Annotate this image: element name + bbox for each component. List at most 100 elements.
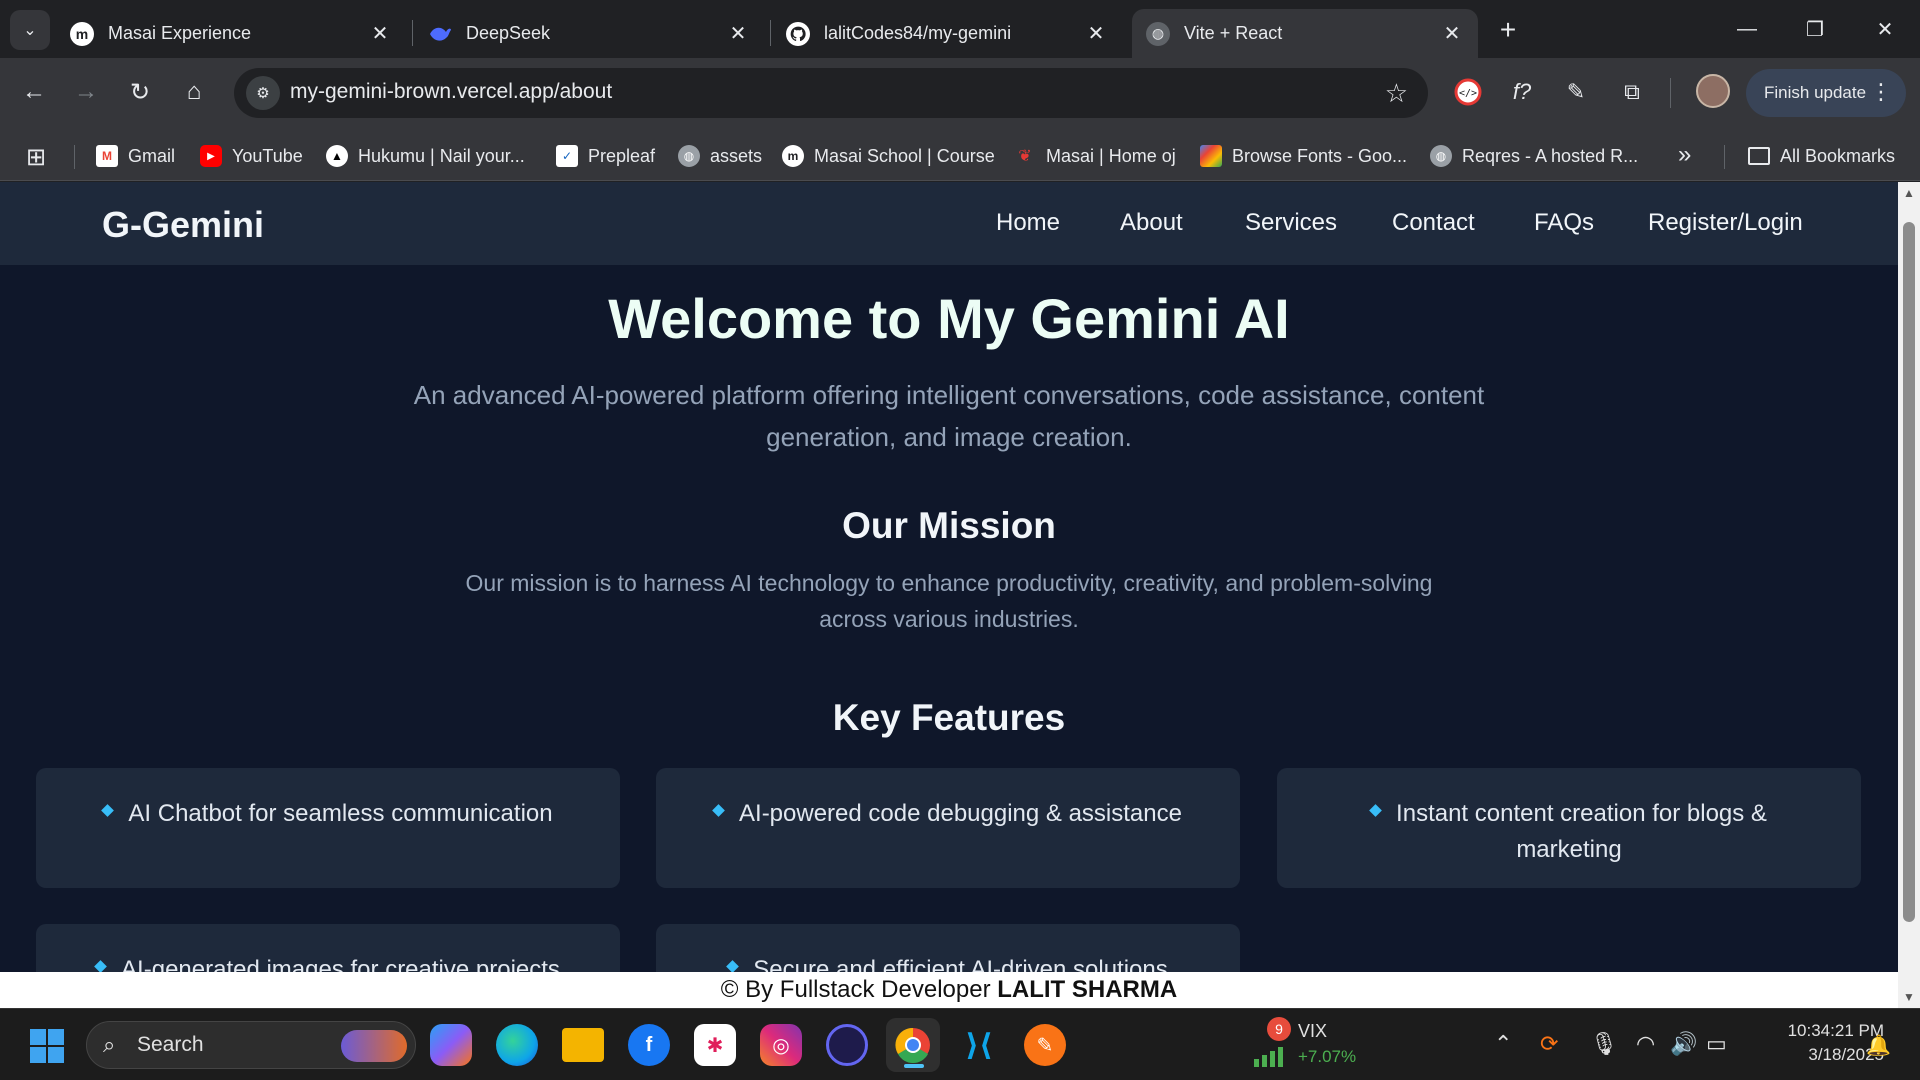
bookmark-label: Gmail <box>128 145 176 166</box>
pen-app-icon[interactable]: ✎ <box>1024 1024 1066 1066</box>
chevron-up-icon[interactable]: ⌃ <box>1494 1031 1512 1057</box>
new-tab-button[interactable]: + <box>1490 12 1526 48</box>
bookmark-reqres[interactable]: ◍ Reqres - A hosted R... <box>1430 143 1638 169</box>
bookmark-star-icon[interactable]: ☆ <box>1385 78 1408 109</box>
scrollbar[interactable]: ▲ ▼ <box>1898 182 1920 1008</box>
font-finder-icon[interactable]: f? <box>1504 74 1540 110</box>
bookmark-divider <box>74 145 75 169</box>
nav-contact[interactable]: Contact <box>1392 209 1475 237</box>
close-icon[interactable]: ✕ <box>1440 22 1464 46</box>
search-icon: ⌕ <box>103 1032 116 1057</box>
vscode-icon[interactable]: ⟩⟨ <box>958 1024 1000 1066</box>
battery-icon[interactable]: ▭ <box>1706 1031 1727 1057</box>
site-footer: © By Fullstack Developer LALIT SHARMA <box>0 972 1898 1008</box>
wifi-icon[interactable]: ◠ <box>1636 1031 1655 1057</box>
diamond-bullet-icon <box>712 804 725 818</box>
nav-faqs[interactable]: FAQs <box>1534 209 1594 237</box>
windows-start-icon[interactable] <box>30 1029 64 1063</box>
close-icon[interactable]: ✕ <box>726 22 750 46</box>
taskbar: ⌕ Search f ✱ ◎ ⟩⟨ ✎ 9 VIX +7.07% ⌃ ⟳ 🎙 ◠… <box>0 1008 1920 1080</box>
bookmark-label: assets <box>710 145 763 166</box>
bookmark-label: Prepleaf <box>588 145 656 166</box>
avatar[interactable] <box>1696 74 1730 108</box>
bookmark-masai-course[interactable]: m Masai School | Course <box>782 143 995 169</box>
feature-text: Secure and efficient AI-driven solutions <box>753 956 1168 972</box>
finish-update-button[interactable]: Finish update ⋮ <box>1746 69 1906 117</box>
prepleaf-icon: ✓ <box>556 145 578 167</box>
tab-vite-react[interactable]: ◍ Vite + React ✕ <box>1132 9 1478 58</box>
chevron-double-right-icon[interactable]: » <box>1678 141 1691 169</box>
devtools-extension-icon[interactable]: </> <box>1450 74 1486 110</box>
sync-icon[interactable]: ⟳ <box>1540 1031 1558 1057</box>
folder-icon <box>1748 147 1770 165</box>
facebook-icon[interactable]: f <box>628 1024 670 1066</box>
color-picker-icon[interactable]: ✎ <box>1558 74 1594 110</box>
notification-bell-icon[interactable]: 🔔 <box>1866 1033 1891 1058</box>
home-icon[interactable]: ⌂ <box>174 72 214 112</box>
all-bookmarks[interactable]: All Bookmarks <box>1748 143 1895 169</box>
clock[interactable]: 10:34:21 PM 3/18/2025 <box>1746 1019 1884 1067</box>
reload-icon[interactable]: ↻ <box>120 72 160 112</box>
scroll-up-icon[interactable]: ▲ <box>1902 186 1916 200</box>
taskbar-search[interactable]: ⌕ Search <box>86 1021 416 1069</box>
minimize-icon[interactable]: — <box>1724 8 1770 50</box>
apps-grid-icon[interactable]: ⊞ <box>26 143 46 172</box>
bookmark-youtube[interactable]: ▶ YouTube <box>200 143 303 169</box>
masai-icon: m <box>70 21 94 46</box>
file-explorer-icon[interactable] <box>562 1028 604 1062</box>
app-circle-icon[interactable] <box>826 1024 868 1066</box>
tab-deepseek[interactable]: DeepSeek ✕ <box>414 9 764 58</box>
svg-text:</>: </> <box>1459 88 1477 99</box>
close-window-icon[interactable]: ✕ <box>1862 8 1908 50</box>
microphone-icon[interactable]: 🎙 <box>1590 1031 1618 1057</box>
bookmark-prepleaf[interactable]: ✓ Prepleaf <box>556 143 655 169</box>
feature-text: AI-powered code debugging & assistance <box>739 800 1182 827</box>
instagram-icon[interactable]: ◎ <box>760 1024 802 1066</box>
masai-oj-icon: ❦ <box>1018 148 1032 165</box>
tab-github-my-gemini[interactable]: lalitCodes84/my-gemini ✕ <box>772 9 1122 58</box>
bookmark-masai-oj[interactable]: ❦ Masai | Home oj <box>1014 143 1176 169</box>
brand-logo[interactable]: G-Gemini <box>102 204 264 246</box>
tab-search-button[interactable]: ⌄ <box>10 10 50 50</box>
widget-label[interactable]: VIX <box>1298 1021 1327 1042</box>
footer-text: © By Fullstack Developer <box>720 976 991 1003</box>
restore-icon[interactable]: ❐ <box>1792 8 1838 50</box>
nav-about[interactable]: About <box>1120 209 1183 237</box>
close-icon[interactable]: ✕ <box>1084 22 1108 46</box>
mission-heading: Our Mission <box>842 505 1056 546</box>
bookmark-assets[interactable]: ◍ assets <box>678 143 762 169</box>
url-text[interactable]: my-gemini-brown.vercel.app/about <box>290 80 612 104</box>
tab-title: lalitCodes84/my-gemini <box>824 23 1012 43</box>
nav-home[interactable]: Home <box>996 209 1060 237</box>
feature-text: AI-generated images for creative project… <box>121 956 560 972</box>
close-icon[interactable]: ✕ <box>368 22 392 46</box>
footer-author: LALIT SHARMA <box>997 976 1178 1003</box>
scroll-down-icon[interactable]: ▼ <box>1902 990 1916 1004</box>
tab-title: Masai Experience <box>108 23 252 43</box>
bookmark-label: Masai | Home oj <box>1046 145 1176 166</box>
hero-subtitle: An advanced AI-powered platform offering… <box>413 380 1485 452</box>
edge-icon[interactable] <box>496 1024 538 1066</box>
diamond-bullet-icon <box>101 804 115 818</box>
address-bar[interactable]: ⚙ my-gemini-brown.vercel.app/about ☆ <box>234 68 1428 118</box>
slack-icon[interactable]: ✱ <box>694 1024 736 1066</box>
chrome-icon[interactable] <box>886 1018 940 1072</box>
more-vert-icon: ⋮ <box>1870 79 1892 104</box>
extensions-icon[interactable]: ⧉ <box>1614 74 1650 110</box>
copilot-icon[interactable] <box>430 1024 472 1066</box>
bookmark-google-fonts[interactable]: Browse Fonts - Goo... <box>1200 143 1407 169</box>
feature-card: AI-powered code debugging & assistance <box>656 768 1240 888</box>
nav-services[interactable]: Services <box>1245 209 1337 237</box>
forward-icon[interactable]: → <box>66 72 106 112</box>
site-info-icon[interactable]: ⚙ <box>246 76 280 110</box>
nav-register-login[interactable]: Register/Login <box>1648 209 1803 237</box>
back-icon[interactable]: ← <box>14 72 54 112</box>
bookmark-label: YouTube <box>232 145 303 166</box>
bookmark-hukumu[interactable]: ▲ Hukumu | Nail your... <box>326 143 525 169</box>
feature-card: AI-generated images for creative project… <box>36 924 620 972</box>
bookmark-gmail[interactable]: M Gmail <box>96 143 175 169</box>
volume-icon[interactable]: 🔊 <box>1670 1031 1697 1057</box>
scroll-thumb[interactable] <box>1903 222 1915 922</box>
tab-masai-experience[interactable]: m Masai Experience ✕ <box>56 9 406 58</box>
tab-separator <box>412 20 413 46</box>
